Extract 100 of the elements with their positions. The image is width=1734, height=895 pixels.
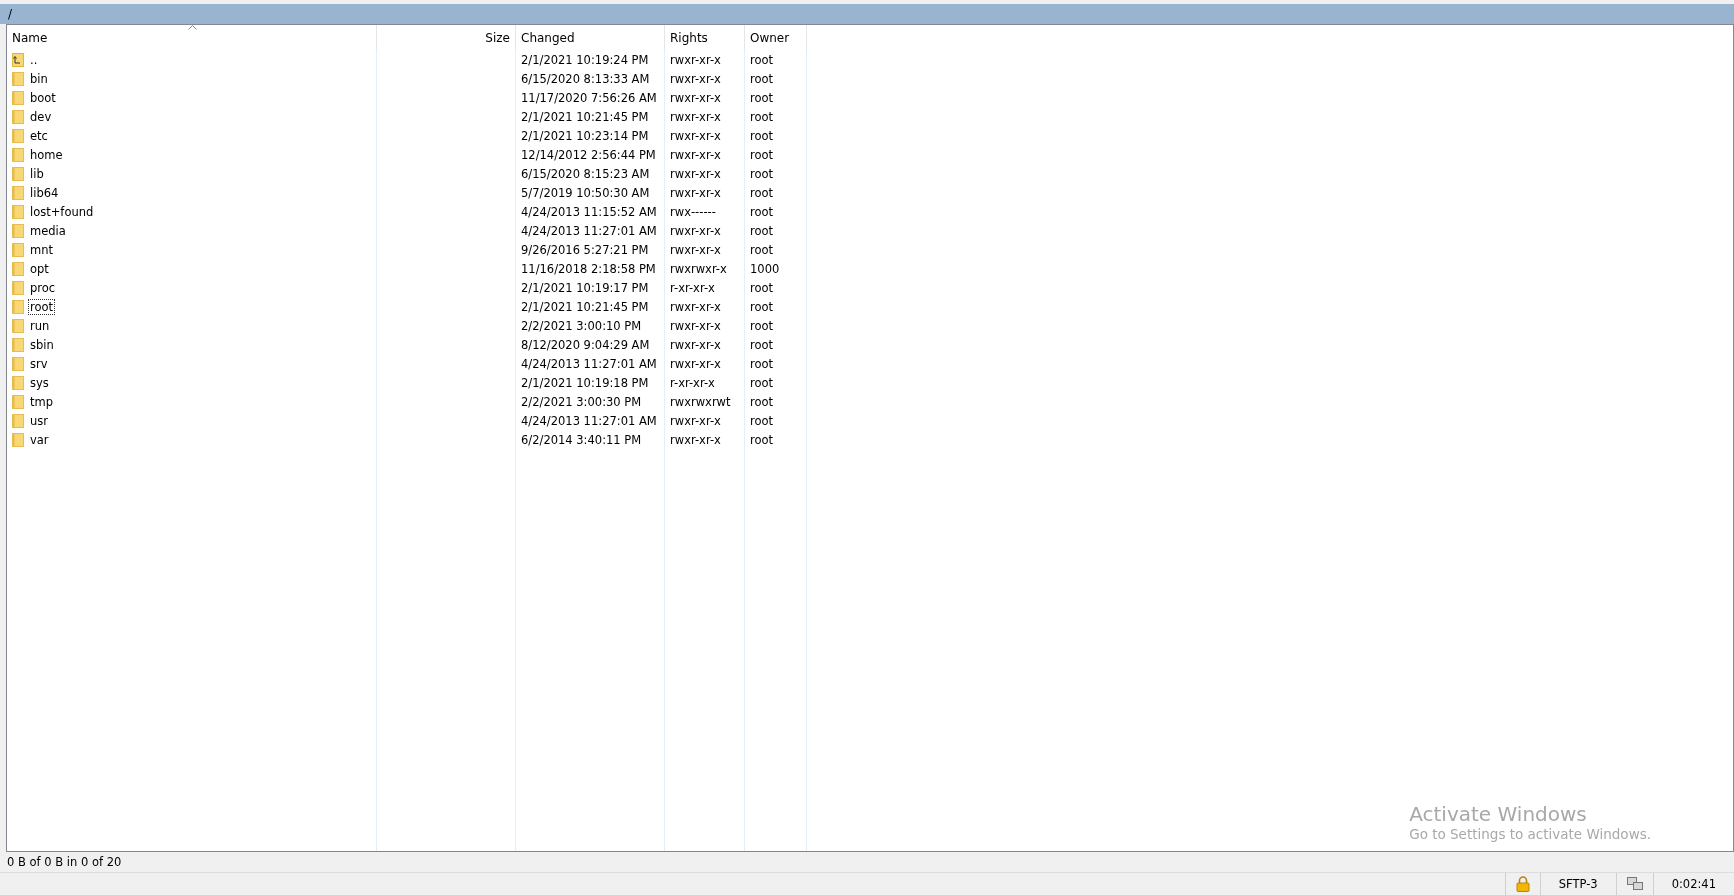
owner-name: root [750,128,774,143]
permissions: rwxr-xr-x [670,90,721,105]
folder-icon [12,432,24,447]
owner-name: root [750,185,774,200]
owner-name: root [750,90,774,105]
file-name[interactable]: var [28,431,51,448]
folder-icon [12,337,24,352]
modified-date: 2/1/2021 10:21:45 PM [521,109,649,124]
folder-icon [12,223,24,238]
permissions: rwxr-xr-x [670,432,721,447]
owner-name: root [750,356,774,371]
folder-icon [12,413,24,428]
modified-date: 5/7/2019 10:50:30 AM [521,185,650,200]
permissions: rwxr-xr-x [670,147,721,162]
owner-name: root [750,52,774,67]
owner-name: root [750,166,774,181]
folder-icon [12,356,24,371]
permissions: rwxr-xr-x [670,413,721,428]
file-name[interactable]: mnt [28,241,55,258]
folder-icon [12,109,24,124]
file-name[interactable]: lib [28,165,46,182]
column-header[interactable]: Rights [665,25,745,50]
permissions: rwxr-xr-x [670,128,721,143]
modified-date: 2/2/2021 3:00:30 PM [521,394,642,409]
permissions: rwxr-xr-x [670,185,721,200]
folder-icon [12,318,24,333]
modified-date: 4/24/2013 11:27:01 AM [521,223,657,238]
permissions: rwxrwxrwt [670,394,731,409]
owner-name: root [750,223,774,238]
file-name[interactable]: srv [28,355,50,372]
modified-date: 8/12/2020 9:04:29 AM [521,337,650,352]
file-name[interactable]: etc [28,127,50,144]
modified-date: 2/1/2021 10:19:17 PM [521,280,649,295]
selection-summary: 0 B of 0 B in 0 of 20 [7,855,122,869]
activation-title: Activate Windows [1409,802,1588,826]
column-header[interactable]: Owner [745,25,807,50]
column-header[interactable]: Name [7,25,377,50]
owner-name: root [750,204,774,219]
file-name[interactable]: sbin [28,336,56,353]
modified-date: 2/1/2021 10:21:45 PM [521,299,649,314]
folder-icon [12,204,24,219]
parent-folder-icon [12,52,24,67]
modified-date: 2/1/2021 10:19:18 PM [521,375,649,390]
permissions: rwxr-xr-x [670,71,721,86]
folder-icon [12,90,24,105]
file-name[interactable]: lost+found [28,203,96,220]
file-name[interactable]: sys [28,374,51,391]
file-name[interactable]: usr [28,412,50,429]
owner-name: root [750,413,774,428]
owner-name: root [750,375,774,390]
modified-date: 6/15/2020 8:15:23 AM [521,166,650,181]
modified-date: 2/2/2021 3:00:10 PM [521,318,642,333]
permissions: rwxr-xr-x [670,223,721,238]
owner-name: 1000 [750,261,780,276]
modified-date: 9/26/2016 5:27:21 PM [521,242,649,257]
owner-name: root [750,318,774,333]
file-name[interactable]: lib64 [28,184,61,201]
modified-date: 12/14/2012 2:56:44 PM [521,147,656,162]
activation-message: Go to Settings to activate Windows. [1409,826,1651,842]
file-name[interactable]: proc [28,279,58,296]
permissions: rwxr-xr-x [670,109,721,124]
column-header[interactable]: Changed [516,25,665,50]
folder-icon [12,375,24,390]
owner-name: root [750,394,774,409]
lock-icon [1515,876,1530,892]
permissions: rwxr-xr-x [670,356,721,371]
modified-date: 6/15/2020 8:13:33 AM [521,71,650,86]
modified-date: 6/2/2014 3:40:11 PM [521,432,642,447]
permissions: rwxrwxr-x [670,261,727,276]
file-name[interactable]: .. [28,51,40,68]
file-name[interactable]: root [28,298,56,315]
file-name[interactable]: tmp [28,393,55,410]
permissions: rwxr-xr-x [670,337,721,352]
permissions: rwxr-xr-x [670,242,721,257]
file-name[interactable]: boot [28,89,58,106]
permissions: r-xr-xr-x [670,280,715,295]
owner-name: root [750,109,774,124]
owner-name: root [750,432,774,447]
path-text: / [8,7,13,21]
protocol-label: SFTP-3 [1558,877,1598,891]
file-name[interactable]: opt [28,260,51,277]
file-name[interactable]: home [28,146,65,163]
owner-name: root [750,337,774,352]
owner-name: root [750,280,774,295]
file-name[interactable]: bin [28,70,50,87]
file-name[interactable]: run [28,317,52,334]
file-name[interactable]: media [28,222,68,239]
owner-name: root [750,242,774,257]
folder-icon [12,394,24,409]
folder-icon [12,299,24,314]
permissions: rwxr-xr-x [670,299,721,314]
modified-date: 4/24/2013 11:27:01 AM [521,356,657,371]
permissions: rwxr-xr-x [670,52,721,67]
elapsed-time: 0:02:41 [1671,877,1716,891]
column-header[interactable]: Size [377,25,516,50]
modified-date: 4/24/2013 11:15:52 AM [521,204,657,219]
owner-name: root [750,71,774,86]
folder-icon [12,280,24,295]
folder-icon [12,128,24,143]
file-name[interactable]: dev [28,108,54,125]
